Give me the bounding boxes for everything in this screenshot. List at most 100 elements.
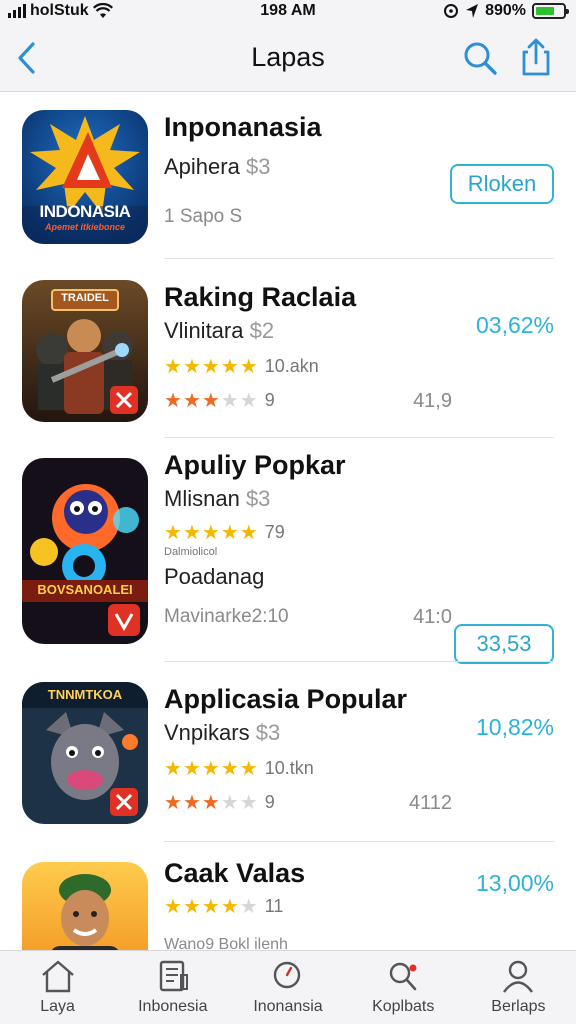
tab-bar: Laya Inbonesia Inonansia Koplbats Berlap… xyxy=(0,950,576,1024)
search-badge-icon xyxy=(390,962,417,991)
app-developer: Vlinitara xyxy=(164,318,244,343)
app-price: $3 xyxy=(245,154,271,179)
list-item[interactable]: BOVSANOALEI Apuliy Popkar Mlisnan $3 ★ ★ ★… xyxy=(0,450,576,664)
rating-stars: ★ ★ ★ ★ ★ 11 xyxy=(164,894,283,919)
star-filled-icon: ★ xyxy=(182,390,201,412)
battery-percent: 890% xyxy=(485,2,526,19)
app-icon-title: BOVSANOALEI xyxy=(37,582,133,597)
app-icon: INDONASIA Apemet itkiebonce xyxy=(22,110,148,244)
star-filled-icon: ★ xyxy=(182,896,201,918)
star-filled-icon: ★ xyxy=(201,390,220,412)
app-price: $2 xyxy=(249,318,275,343)
app-developer: Apihera xyxy=(164,154,240,179)
app-price: $3 xyxy=(245,486,271,511)
house-icon xyxy=(41,960,74,993)
tab-documents[interactable]: Inbonesia xyxy=(115,951,230,1024)
tab-label: Inonansia xyxy=(253,998,323,1015)
share-button[interactable] xyxy=(516,36,556,78)
app-percentage: 03,62% xyxy=(475,312,554,338)
rating-count: 9 xyxy=(264,390,275,410)
rating-count: 10.akn xyxy=(264,356,319,376)
rating-stars-secondary: ★ ★ ★ ★ ★ 9 xyxy=(164,388,275,413)
navigation-bar: Lapas xyxy=(0,24,576,92)
app-list: INDONASIA Apemet itkiebonce Inponanasia … xyxy=(0,92,576,950)
app-value: 41,9 xyxy=(413,390,452,412)
star-empty-icon: ★ xyxy=(220,792,239,814)
status-right: 890% xyxy=(443,2,569,20)
app-value: 4112 xyxy=(408,792,452,814)
row-divider xyxy=(164,437,554,438)
star-filled-icon: ★ xyxy=(239,758,258,780)
star-filled-icon: ★ xyxy=(164,758,182,780)
app-percentage: 13,00% xyxy=(475,870,554,896)
app-icon-title: TNNMTKOA xyxy=(47,687,123,702)
app-category: Poadanag xyxy=(164,564,265,589)
app-meta: 1 Sapo S xyxy=(164,206,243,227)
star-filled-icon: ★ xyxy=(201,356,220,378)
search-icon xyxy=(464,42,497,75)
app-name: Apuliy Popkar xyxy=(164,450,346,480)
app-name: Inponanasia xyxy=(164,112,322,142)
app-icon: TRAIDEL xyxy=(22,280,148,422)
list-item[interactable]: TNNMTKOA Applicasia Popular Vnpikars $3 … xyxy=(0,682,576,832)
star-filled-icon: ★ xyxy=(164,522,182,544)
row-divider xyxy=(164,661,554,662)
tab-label: Inbonesia xyxy=(138,998,208,1015)
app-subtitle: Mlisnan $3 xyxy=(164,486,270,512)
app-tiny-label: Dalmiolicol xyxy=(164,546,218,558)
tab-home[interactable]: Laya xyxy=(0,951,115,1024)
app-subtitle: Apihera $3 xyxy=(164,154,270,180)
app-name: Caak Valas xyxy=(164,858,306,888)
rating-stars: ★ ★ ★ ★ ★ 79 xyxy=(164,520,285,545)
list-item[interactable]: INDONASIA Apemet itkiebonce Inponanasia … xyxy=(0,110,576,250)
star-empty-icon: ★ xyxy=(239,390,258,412)
app-icon: BOVSANOALEI xyxy=(22,458,148,644)
app-developer: Mlisnan xyxy=(164,486,240,511)
search-button[interactable] xyxy=(460,38,500,78)
star-empty-icon: ★ xyxy=(239,896,258,918)
app-developer: Vnpikars xyxy=(164,720,250,745)
star-filled-icon: ★ xyxy=(201,896,220,918)
tab-search[interactable]: Inonansia xyxy=(230,951,345,1024)
rating-stars: ★ ★ ★ ★ ★ 10.akn xyxy=(164,354,319,379)
app-meta: Wano9 Bokl ilenh xyxy=(164,936,288,950)
app-icon-subtitle: Apemet itkiebonce xyxy=(44,222,126,232)
document-icon xyxy=(159,960,188,992)
person-icon xyxy=(503,960,534,993)
row-divider xyxy=(164,258,554,259)
app-icon-title: INDONASIA xyxy=(39,202,131,221)
price-button[interactable]: 33,53 xyxy=(454,624,554,664)
star-filled-icon: ★ xyxy=(239,522,258,544)
star-filled-icon: ★ xyxy=(239,356,258,378)
app-name: Raking Raclaia xyxy=(164,282,357,312)
status-bar: holStuk 198 AM 890% xyxy=(0,0,576,24)
rating-stars-secondary: ★ ★ ★ ★ ★ 9 xyxy=(164,790,275,815)
rating-count: 9 xyxy=(264,792,275,812)
star-filled-icon: ★ xyxy=(182,522,201,544)
star-filled-icon: ★ xyxy=(182,356,201,378)
list-item[interactable]: Caak Valas ★ ★ ★ ★ ★ 11 Wano9 Bokl ilenh 13,0… xyxy=(0,858,576,950)
share-icon xyxy=(522,38,550,76)
app-subtitle: Vnpikars $3 xyxy=(164,720,280,746)
search-icon xyxy=(273,961,301,989)
app-icon xyxy=(22,862,148,950)
tab-profile[interactable]: Berlaps xyxy=(461,951,576,1024)
rating-stars: ★ ★ ★ ★ ★ 10.tkn xyxy=(164,756,314,781)
rating-count: 79 xyxy=(264,522,285,542)
star-filled-icon: ★ xyxy=(182,758,201,780)
star-filled-icon: ★ xyxy=(220,356,239,378)
app-value: 41:0 xyxy=(413,606,452,628)
list-item[interactable]: TRAIDEL Raking Raclaia Vlinitara $2 ★ ★ ★ ★… xyxy=(0,280,576,430)
star-filled-icon: ★ xyxy=(182,792,201,814)
tab-label: Laya xyxy=(40,998,75,1015)
row-divider xyxy=(164,841,554,842)
app-percentage: 10,82% xyxy=(475,714,554,740)
get-button[interactable]: Rloken xyxy=(450,164,554,204)
tab-label: Koplbats xyxy=(372,998,435,1015)
app-icon: TNNMTKOA xyxy=(22,682,148,824)
rating-count: 10.tkn xyxy=(264,758,314,778)
alarm-icon xyxy=(444,4,459,18)
app-subtitle: Vlinitara $2 xyxy=(164,318,274,344)
tab-explore[interactable]: Koplbats xyxy=(346,951,461,1024)
battery-icon xyxy=(532,3,569,19)
